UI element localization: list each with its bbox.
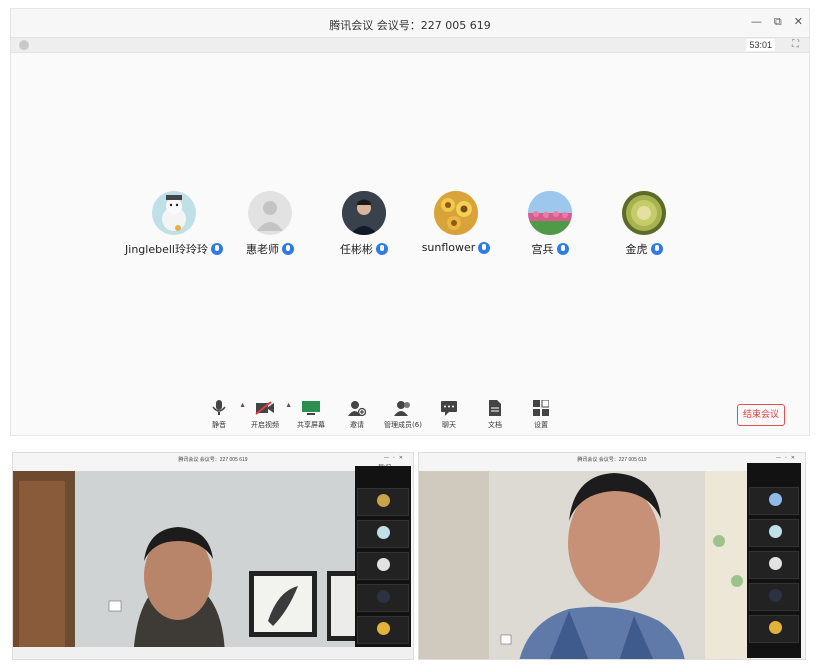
- right-video-feed: [419, 471, 751, 659]
- mute-button[interactable]: 静音 ▲: [196, 399, 246, 435]
- video-tile[interactable]: [749, 615, 799, 643]
- right-meeting-window-screenshot: 腾讯会议 会议号：227 005 619 —▫✕: [418, 452, 806, 660]
- mic-on-icon: [282, 243, 294, 255]
- end-meeting-button[interactable]: 结束会议: [737, 404, 785, 426]
- video-tile[interactable]: [357, 552, 409, 580]
- members-icon: [394, 401, 410, 416]
- video-tile[interactable]: [357, 520, 409, 548]
- share-screen-icon: [302, 401, 320, 415]
- title-bar: 腾讯会议 会议号：227 005 619 — ⧉ ✕: [11, 9, 809, 37]
- invite-user-icon: [348, 401, 366, 416]
- security-shield-icon[interactable]: [19, 40, 29, 50]
- mic-on-icon: [650, 243, 663, 255]
- meeting-timer: 53:01: [746, 39, 775, 51]
- default-person-avatar: [248, 191, 292, 235]
- participant-tile[interactable]: Jinglebell玲玲玲: [119, 191, 229, 257]
- manage-members-button[interactable]: 管理成员(6): [380, 399, 426, 435]
- snowman-avatar: [152, 191, 196, 235]
- participant-name: 宫兵: [531, 243, 554, 256]
- settings-icon: [533, 400, 549, 416]
- right-window-title: 腾讯会议 会议号：227 005 619: [577, 457, 647, 463]
- participant-tile[interactable]: 金虎: [589, 191, 699, 257]
- video-tile[interactable]: [749, 519, 799, 547]
- video-tile[interactable]: [749, 583, 799, 611]
- right-window-controls-icon[interactable]: —▫✕: [776, 455, 799, 461]
- sunflower-avatar: [434, 191, 478, 235]
- invite-button[interactable]: 邀请: [334, 399, 380, 435]
- meeting-toolbar: 静音 ▲ 开启视频 ▲ 共享屏幕 邀请 管理成员(6) 聊天 文档 设置: [196, 399, 564, 435]
- video-tile[interactable]: [357, 488, 409, 516]
- participant-list: Jinglebell玲玲玲 惠老师 任彬彬 sunflower 宫兵 金虎: [11, 191, 809, 271]
- video-off-icon: [255, 401, 274, 415]
- close-icon[interactable]: ✕: [794, 15, 803, 29]
- left-video-feed: [13, 471, 357, 659]
- left-window-toolbar: [13, 647, 413, 659]
- mic-on-icon: [376, 243, 388, 255]
- main-meeting-window: 腾讯会议 会议号：227 005 619 — ⧉ ✕ 53:01 ⛶ Jingl…: [10, 8, 810, 436]
- video-tile[interactable]: [749, 551, 799, 579]
- man-photo-avatar: [342, 191, 386, 235]
- participant-name: Jinglebell玲玲玲: [125, 243, 208, 256]
- participant-name: sunflower: [421, 241, 476, 254]
- meeting-title: 腾讯会议 会议号：227 005 619: [329, 19, 491, 32]
- participant-name: 惠老师: [246, 243, 279, 256]
- right-participant-strip: [747, 463, 801, 658]
- chat-button[interactable]: 聊天: [426, 399, 472, 435]
- settings-button[interactable]: 设置: [518, 399, 564, 435]
- status-bar: 53:01 ⛶: [11, 37, 809, 53]
- cactus-avatar: [622, 191, 666, 235]
- tulip-field-avatar: [528, 191, 572, 235]
- participant-name: 任彬彬: [340, 243, 373, 256]
- minimize-icon[interactable]: —: [751, 15, 762, 29]
- video-tile[interactable]: [357, 584, 409, 612]
- documents-button[interactable]: 文档: [472, 399, 518, 435]
- share-screen-button[interactable]: 共享屏幕: [288, 399, 334, 435]
- left-meeting-window-screenshot: 腾讯会议 会议号：227 005 619 —▫✕ 55:42: [12, 452, 414, 660]
- mic-on-icon: [478, 241, 491, 254]
- left-window-title: 腾讯会议 会议号：227 005 619: [178, 457, 248, 463]
- left-participant-strip: [355, 466, 411, 659]
- mic-on-icon: [556, 243, 569, 255]
- document-icon: [489, 400, 501, 416]
- microphone-icon: [212, 400, 226, 415]
- fullscreen-icon[interactable]: ⛶: [792, 39, 799, 50]
- left-window-controls-icon[interactable]: —▫✕: [384, 455, 407, 461]
- participant-name: 金虎: [625, 243, 648, 256]
- start-video-button[interactable]: 开启视频 ▲: [242, 399, 292, 435]
- video-tile[interactable]: [749, 487, 799, 515]
- restore-icon[interactable]: ⧉: [774, 15, 782, 29]
- chat-icon: [441, 401, 457, 416]
- video-tile[interactable]: [357, 616, 409, 644]
